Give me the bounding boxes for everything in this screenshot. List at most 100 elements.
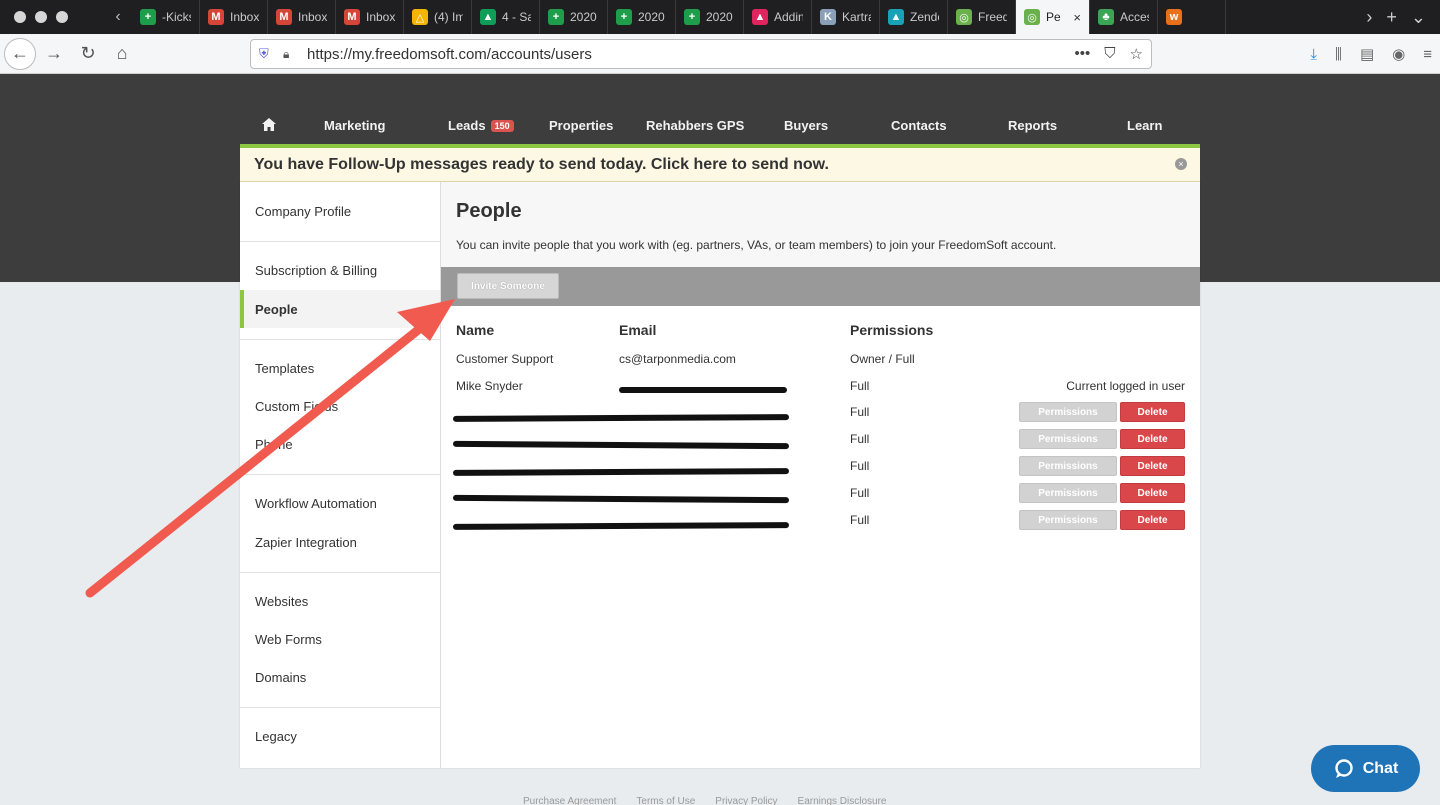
minimize-window-icon[interactable] <box>35 11 47 23</box>
nav-item-properties[interactable]: Properties <box>549 118 613 133</box>
forward-arrow-icon[interactable]: → <box>38 38 70 70</box>
nav-item-leads[interactable]: Leads 150 <box>448 118 514 133</box>
library-icon[interactable]: ⫼ <box>1335 46 1342 63</box>
follow-up-alert[interactable]: You have Follow-Up messages ready to sen… <box>240 148 1200 182</box>
tab-favicon-icon: M <box>208 9 224 25</box>
account-icon[interactable]: ◉ <box>1392 45 1405 63</box>
tabs-scroll-right-icon[interactable]: › <box>1366 7 1372 28</box>
permissions-button[interactable]: Permissions <box>1019 483 1117 503</box>
redacted-row-mark <box>452 494 790 504</box>
sidebar-item-phone[interactable]: Phone <box>240 425 440 463</box>
home-browser-icon[interactable]: ⌂ <box>106 38 138 70</box>
pocket-icon[interactable]: ⛉ <box>1104 45 1115 63</box>
main-navigation: Marketing Leads 150 Properties Rehabbers GPS… <box>240 104 1200 146</box>
redacted-row-mark <box>452 440 790 450</box>
settings-sidebar: Company Profile Subscription & Billing Peo… <box>240 182 441 768</box>
close-icon[interactable]: × <box>1175 158 1187 170</box>
delete-button[interactable]: Delete <box>1120 483 1185 503</box>
sidebar-item-templates[interactable]: Templates <box>240 349 440 387</box>
tabbar-controls: › + ⌄ <box>1352 0 1440 34</box>
browser-tab[interactable]: + -Kicks <box>132 0 200 34</box>
nav-item-contacts[interactable]: Contacts <box>891 118 947 133</box>
browser-tab[interactable]: +2020 C <box>676 0 744 34</box>
tab-favicon-icon: + <box>616 9 632 25</box>
tab-favicon-icon: △ <box>412 9 428 25</box>
sidebar-item-subscription-billing[interactable]: Subscription & Billing <box>240 251 440 289</box>
new-tab-icon[interactable]: + <box>1386 7 1397 28</box>
sidebar-item-legacy[interactable]: Legacy <box>240 717 440 755</box>
column-header-name: Name <box>456 322 495 338</box>
maximize-window-icon[interactable] <box>56 11 68 23</box>
redacted-row-mark <box>452 414 790 422</box>
browser-tab[interactable]: M Inbox <box>268 0 336 34</box>
delete-button[interactable]: Delete <box>1120 402 1185 422</box>
browser-tab[interactable]: +2020 I <box>540 0 608 34</box>
reload-icon[interactable]: ↻ <box>72 38 104 70</box>
chat-button[interactable]: Chat <box>1311 745 1420 792</box>
lock-icon[interactable]: 🔒︎ <box>283 47 299 62</box>
sidebar-item-websites[interactable]: Websites <box>240 582 440 620</box>
footer-link[interactable]: Privacy Policy <box>715 796 777 805</box>
browser-tab[interactable]: ◎ Freedo <box>948 0 1016 34</box>
sidebar-item-workflow-automation[interactable]: Workflow Automation <box>240 484 440 522</box>
browser-tab[interactable]: M Inbox <box>200 0 268 34</box>
sidebar-item-custom-fields[interactable]: Custom Fields <box>240 387 440 425</box>
nav-item-learn[interactable]: Learn <box>1127 118 1162 133</box>
browser-tab[interactable]: ▲ 4 - Sa <box>472 0 540 34</box>
menu-hamburger-icon[interactable]: ≡ <box>1423 46 1432 63</box>
tab-label: (4) Im <box>434 10 463 24</box>
browser-tab[interactable]: w <box>1158 0 1226 34</box>
permissions-button[interactable]: Permissions <box>1019 456 1117 476</box>
tab-favicon-icon: ▲ <box>480 9 496 25</box>
tracking-shield-icon[interactable]: ⛨ <box>259 46 275 62</box>
permissions-button[interactable]: Permissions <box>1019 402 1117 422</box>
sidebar-item-people[interactable]: People <box>240 290 440 328</box>
browser-tab[interactable]: ▲ Adding <box>744 0 812 34</box>
back-arrow-icon[interactable]: ← <box>4 37 36 70</box>
tab-label: 2020 C <box>706 10 735 24</box>
delete-button[interactable]: Delete <box>1120 510 1185 530</box>
permissions-button[interactable]: Permissions <box>1019 510 1117 530</box>
nav-item-label: Rehabbers GPS <box>646 118 745 133</box>
delete-button[interactable]: Delete <box>1120 429 1185 449</box>
page-actions-icon[interactable]: ••• <box>1075 45 1091 63</box>
browser-tab[interactable]: +2020 C <box>608 0 676 34</box>
sidebar-toggle-icon[interactable]: ▤ <box>1360 45 1374 63</box>
delete-button[interactable]: Delete <box>1120 456 1185 476</box>
nav-item-buyers[interactable]: Buyers <box>784 118 828 133</box>
nav-item-marketing[interactable]: Marketing <box>324 118 385 133</box>
person-permission: Full <box>850 379 870 393</box>
tab-list-chevron-down-icon[interactable]: ⌄ <box>1411 7 1426 28</box>
sidebar-item-web-forms[interactable]: Web Forms <box>240 620 440 658</box>
invite-someone-button[interactable]: Invite Someone <box>457 273 559 299</box>
permissions-button[interactable]: Permissions <box>1019 429 1117 449</box>
alert-message[interactable]: You have Follow-Up messages ready to sen… <box>254 156 829 174</box>
sidebar-item-zapier-integration[interactable]: Zapier Integration <box>240 523 440 561</box>
home-icon[interactable] <box>262 118 276 131</box>
browser-tab[interactable]: ♣ Acces <box>1090 0 1158 34</box>
redacted-email-mark <box>619 387 787 393</box>
footer-link[interactable]: Earnings Disclosure <box>798 796 887 805</box>
bookmark-star-icon[interactable]: ☆ <box>1130 45 1143 63</box>
tab-close-icon[interactable]: × <box>1073 10 1081 25</box>
nav-item-rehabbers-gps[interactable]: Rehabbers GPS <box>646 118 744 133</box>
browser-tab[interactable]: M Inbox ( <box>336 0 404 34</box>
nav-item-reports[interactable]: Reports <box>1008 118 1057 133</box>
footer-link[interactable]: Purchase Agreement <box>523 796 616 805</box>
tabs-scroll-left-icon[interactable]: ‹ <box>104 0 132 34</box>
close-window-icon[interactable] <box>14 11 26 23</box>
browser-tab[interactable]: K Kartra <box>812 0 880 34</box>
footer-link[interactable]: Terms of Use <box>636 796 695 805</box>
browser-tab[interactable]: ▲ Zende <box>880 0 948 34</box>
address-bar[interactable]: ⛨ 🔒︎ https://my.freedomsoft.com/accounts… <box>250 39 1152 69</box>
url-text[interactable]: https://my.freedomsoft.com/accounts/user… <box>307 46 592 63</box>
column-header-permissions: Permissions <box>850 322 934 338</box>
browser-tab[interactable]: ◎ Pe × <box>1016 0 1090 34</box>
download-icon[interactable]: ⤓ <box>1310 46 1317 63</box>
tab-favicon-icon: M <box>276 9 292 25</box>
person-permission: Full <box>850 513 870 527</box>
sidebar-item-company-profile[interactable]: Company Profile <box>240 192 440 230</box>
sidebar-item-domains[interactable]: Domains <box>240 658 440 696</box>
browser-tab[interactable]: △ (4) Im <box>404 0 472 34</box>
person-permission: Full <box>850 486 870 500</box>
